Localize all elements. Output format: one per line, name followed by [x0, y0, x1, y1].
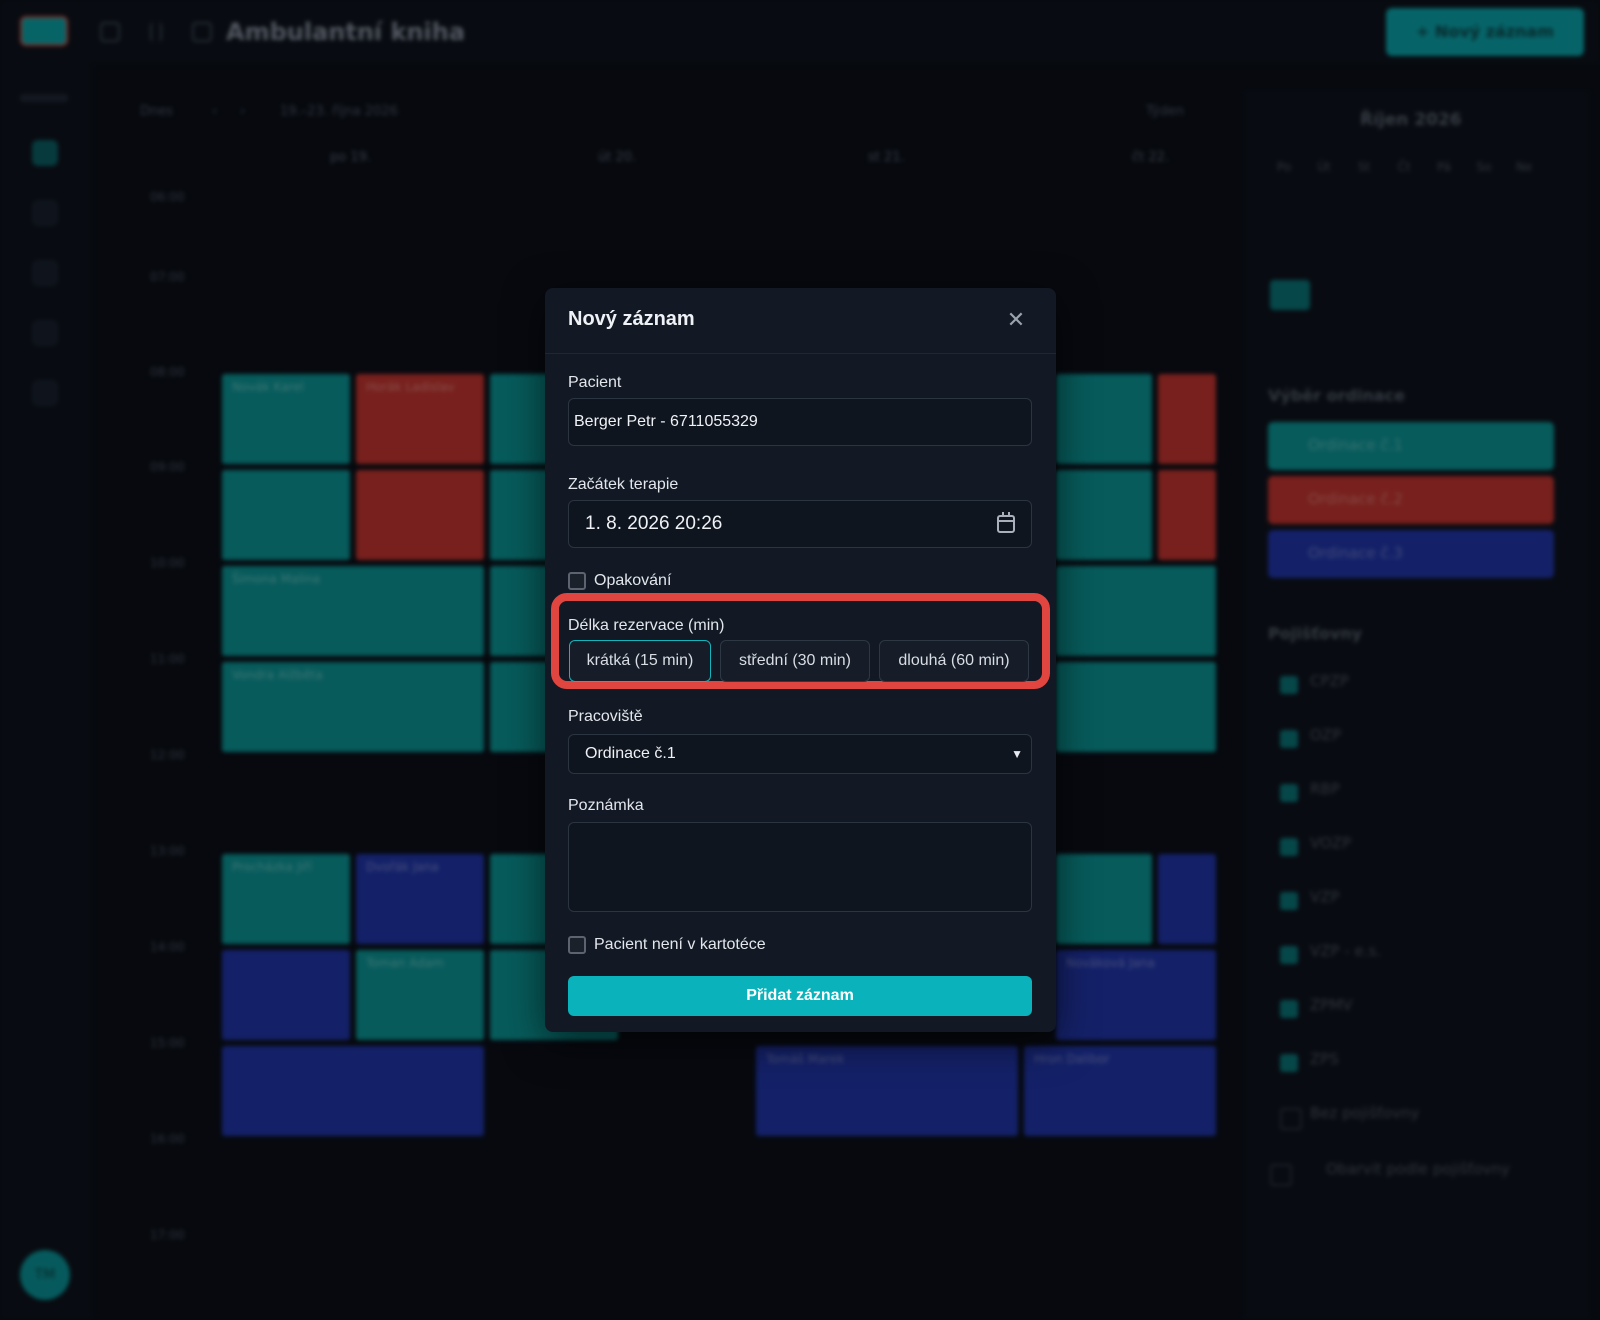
calendar-icon[interactable]: [997, 512, 1015, 533]
patient-value: Berger Petr - 6711055329: [574, 413, 758, 430]
duration-medium-button[interactable]: střední (30 min): [720, 640, 870, 682]
workplace-select[interactable]: Ordinace č.1 ▼: [568, 734, 1032, 774]
patient-field[interactable]: Berger Petr - 6711055329: [568, 398, 1032, 446]
not-in-registry-checkbox[interactable]: [568, 936, 586, 954]
note-label: Poznámka: [568, 797, 644, 814]
duration-long-button[interactable]: dlouhá (60 min): [879, 640, 1029, 682]
add-record-button[interactable]: Přidat záznam: [568, 976, 1032, 1016]
duration-label: Délka rezervace (min): [568, 617, 725, 634]
close-icon[interactable]: ✕: [1003, 308, 1029, 334]
modal-header: Nový záznam ✕: [545, 288, 1056, 354]
start-value: 1. 8. 2026 20:26: [585, 513, 723, 534]
start-datetime-field[interactable]: 1. 8. 2026 20:26: [568, 500, 1032, 548]
not-in-registry-label: Pacient není v kartotéce: [594, 936, 766, 953]
workplace-label: Pracoviště: [568, 708, 643, 725]
workplace-value: Ordinace č.1: [585, 745, 676, 762]
new-record-modal: Nový záznam ✕ Pacient Berger Petr - 6711…: [545, 288, 1056, 1032]
repeat-label: Opakování: [594, 572, 672, 589]
patient-label: Pacient: [568, 374, 622, 391]
duration-short-button[interactable]: krátká (15 min): [569, 640, 711, 682]
start-label: Začátek terapie: [568, 476, 679, 493]
repeat-checkbox[interactable]: [568, 572, 586, 590]
modal-title: Nový záznam: [568, 308, 695, 330]
note-textarea[interactable]: [568, 822, 1032, 912]
chevron-down-icon: ▼: [1011, 747, 1023, 761]
